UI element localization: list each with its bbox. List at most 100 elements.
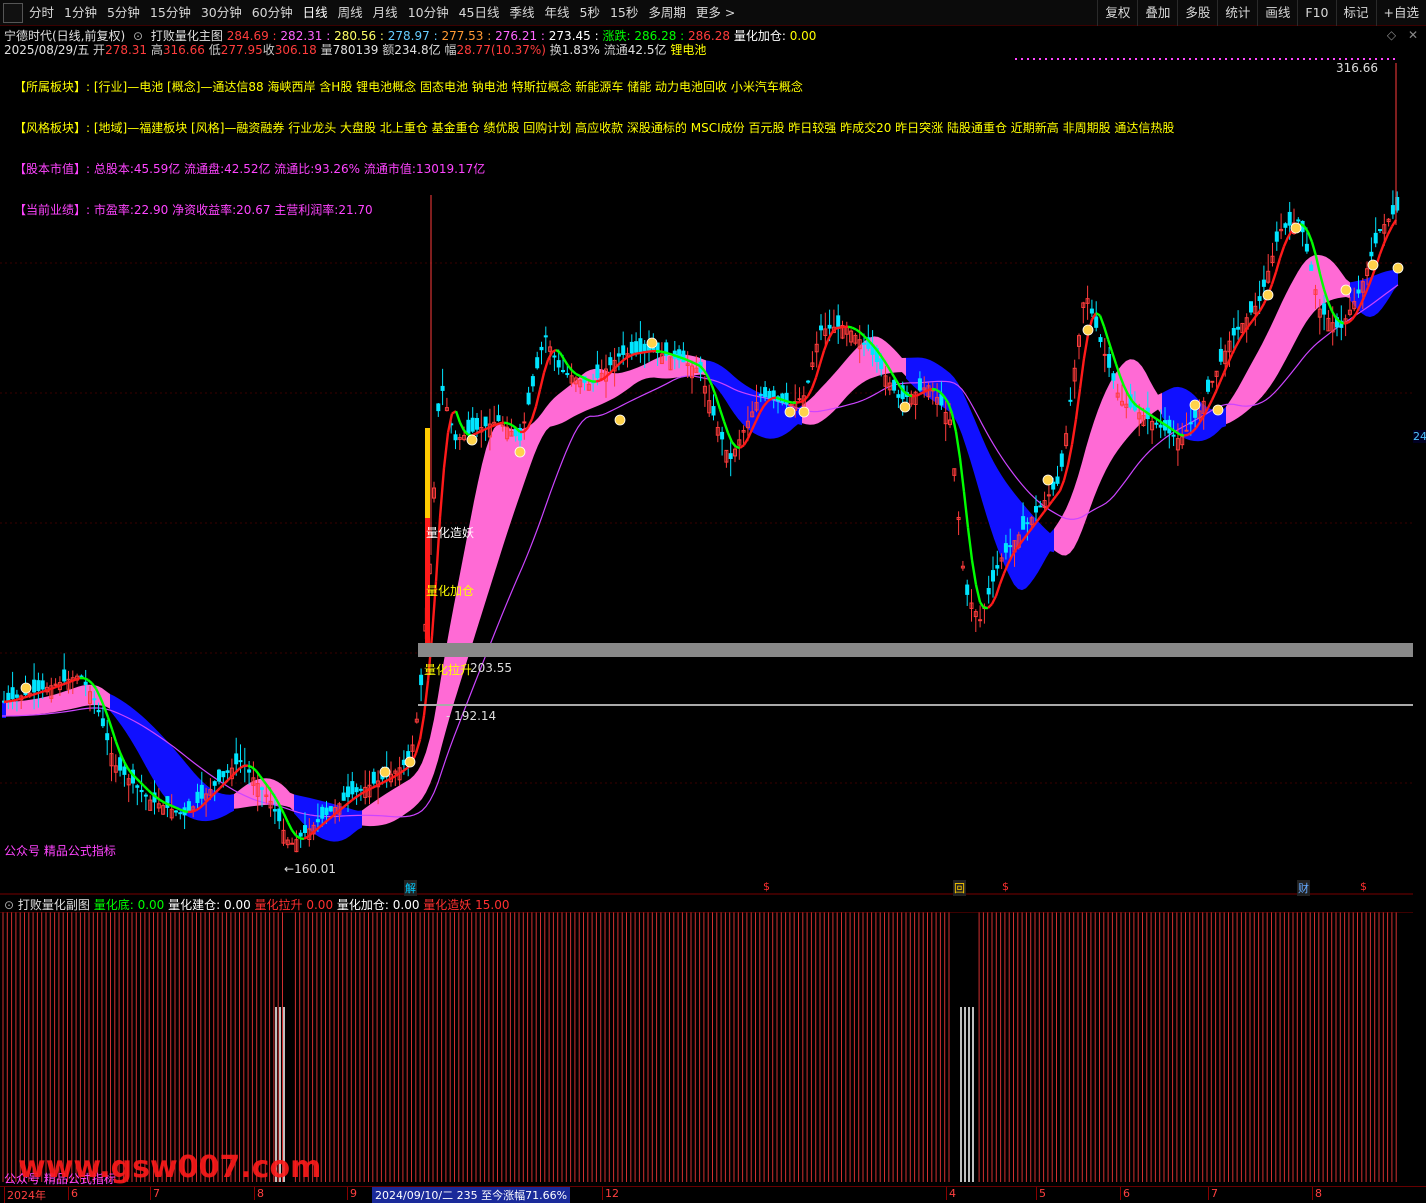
menu-icon[interactable] xyxy=(3,3,23,23)
event-marker[interactable]: $ xyxy=(763,880,770,893)
fast-ma-line xyxy=(512,425,516,428)
fast-ma-line xyxy=(1068,445,1072,465)
axis-month-label: 7 xyxy=(150,1187,160,1200)
period-tab[interactable]: 15分钟 xyxy=(145,0,196,26)
trend-ribbon xyxy=(998,470,1002,560)
toolbar-button[interactable]: 画线 xyxy=(1257,0,1297,26)
candle-body xyxy=(291,843,294,844)
trend-ribbon xyxy=(734,376,738,418)
top-dot xyxy=(1015,58,1017,60)
trend-ribbon xyxy=(42,697,46,714)
period-tab[interactable]: 年线 xyxy=(540,0,575,26)
toolbar-button[interactable]: 统计 xyxy=(1217,0,1257,26)
fast-ma-line xyxy=(808,388,812,396)
trend-ribbon xyxy=(402,781,406,816)
signal-lasheng-label: 量化拉升 xyxy=(424,661,472,678)
trend-ribbon xyxy=(138,713,142,760)
trend-ribbon xyxy=(1338,268,1342,298)
trend-ribbon xyxy=(286,788,290,807)
trend-ribbon xyxy=(530,422,534,466)
trend-ribbon xyxy=(1210,409,1214,438)
period-tab[interactable]: 季线 xyxy=(505,0,540,26)
period-tab[interactable]: 分时 xyxy=(24,0,59,26)
candle-body xyxy=(1379,230,1382,231)
event-marker[interactable]: $ xyxy=(1360,880,1367,893)
fast-ma-line xyxy=(660,351,664,352)
fast-ma-line xyxy=(144,786,148,790)
money-bag-icon xyxy=(647,338,657,348)
period-tab[interactable]: 月线 xyxy=(368,0,403,26)
fast-ma-line xyxy=(192,810,196,811)
toolbar-button[interactable]: F10 xyxy=(1297,0,1335,26)
main-price-chart[interactable] xyxy=(0,55,1413,895)
top-dot xyxy=(1207,58,1209,60)
candle-body xyxy=(299,833,302,836)
trend-ribbon xyxy=(902,358,906,377)
trend-ribbon xyxy=(54,694,58,713)
period-tab[interactable]: 30分钟 xyxy=(196,0,247,26)
event-marker[interactable]: $ xyxy=(1002,880,1009,893)
trend-ribbon xyxy=(234,791,238,809)
trend-ribbon xyxy=(1086,434,1090,520)
candle-body xyxy=(226,771,229,773)
top-dot xyxy=(1339,58,1341,60)
close-icon[interactable]: ✕ xyxy=(1408,28,1418,42)
period-tab[interactable]: 更多 > xyxy=(691,0,740,26)
diamond-icon[interactable]: ◇ xyxy=(1387,28,1396,42)
fast-ma-line xyxy=(788,402,792,403)
top-dot xyxy=(1141,58,1143,60)
trend-ribbon xyxy=(362,808,366,826)
event-marker[interactable]: 回 xyxy=(953,880,966,896)
toolbar-button[interactable]: 叠加 xyxy=(1137,0,1177,26)
candle-body xyxy=(966,585,969,594)
period-tab[interactable]: 10分钟 xyxy=(403,0,454,26)
fast-ma-line xyxy=(640,352,644,353)
candle-body xyxy=(420,675,423,684)
top-dot xyxy=(1333,58,1335,60)
candle-body xyxy=(897,395,900,398)
period-tab[interactable]: 60分钟 xyxy=(247,0,298,26)
trend-ribbon xyxy=(1238,381,1242,418)
period-tab[interactable]: 1分钟 xyxy=(59,0,102,26)
toolbar-button[interactable]: 标记 xyxy=(1336,0,1376,26)
trend-ribbon xyxy=(22,700,26,715)
fast-ma-line xyxy=(1328,302,1332,312)
candle-body xyxy=(557,361,560,367)
toolbar-button[interactable]: 复权 xyxy=(1097,0,1137,26)
candle-body xyxy=(467,420,470,433)
event-marker[interactable]: 解 xyxy=(404,880,417,896)
candle-body xyxy=(218,770,221,781)
period-tab[interactable]: 5分钟 xyxy=(102,0,145,26)
candle-body xyxy=(437,404,440,411)
candle-body xyxy=(1112,374,1115,381)
fast-ma-line xyxy=(440,468,444,518)
event-marker[interactable]: 财 xyxy=(1297,880,1310,896)
trend-ribbon xyxy=(174,749,178,810)
period-tab[interactable]: 多周期 xyxy=(643,0,691,26)
trend-ribbon xyxy=(834,369,838,410)
period-tab[interactable]: 5秒 xyxy=(575,0,605,26)
trend-ribbon xyxy=(742,383,746,428)
candle-body xyxy=(1022,517,1025,530)
top-dot xyxy=(1123,58,1125,60)
period-tab[interactable]: 日线 xyxy=(298,0,333,26)
fast-ma-line xyxy=(820,351,824,364)
toolbar-button[interactable]: +自选 xyxy=(1376,0,1426,26)
collapse-icon[interactable]: ⊙ xyxy=(4,898,14,912)
candle-body xyxy=(1039,506,1042,507)
sub-indicator-chart[interactable] xyxy=(0,912,1413,1184)
toolbar-button[interactable]: 多股 xyxy=(1177,0,1217,26)
trend-ribbon xyxy=(26,700,30,715)
period-tab[interactable]: 周线 xyxy=(333,0,368,26)
top-dot xyxy=(1237,58,1239,60)
candle-body xyxy=(200,785,203,798)
period-tab[interactable]: 15秒 xyxy=(605,0,643,26)
trend-ribbon xyxy=(282,785,286,807)
top-right-icons: ◇ ✕ xyxy=(1387,28,1418,42)
period-tab[interactable]: 45日线 xyxy=(454,0,505,26)
sub-indicator-name[interactable]: 打败量化副图 xyxy=(18,898,90,912)
trend-ribbon xyxy=(1386,271,1390,303)
candle-body xyxy=(523,422,526,423)
top-dot xyxy=(1171,58,1173,60)
candle-body xyxy=(1211,381,1214,382)
